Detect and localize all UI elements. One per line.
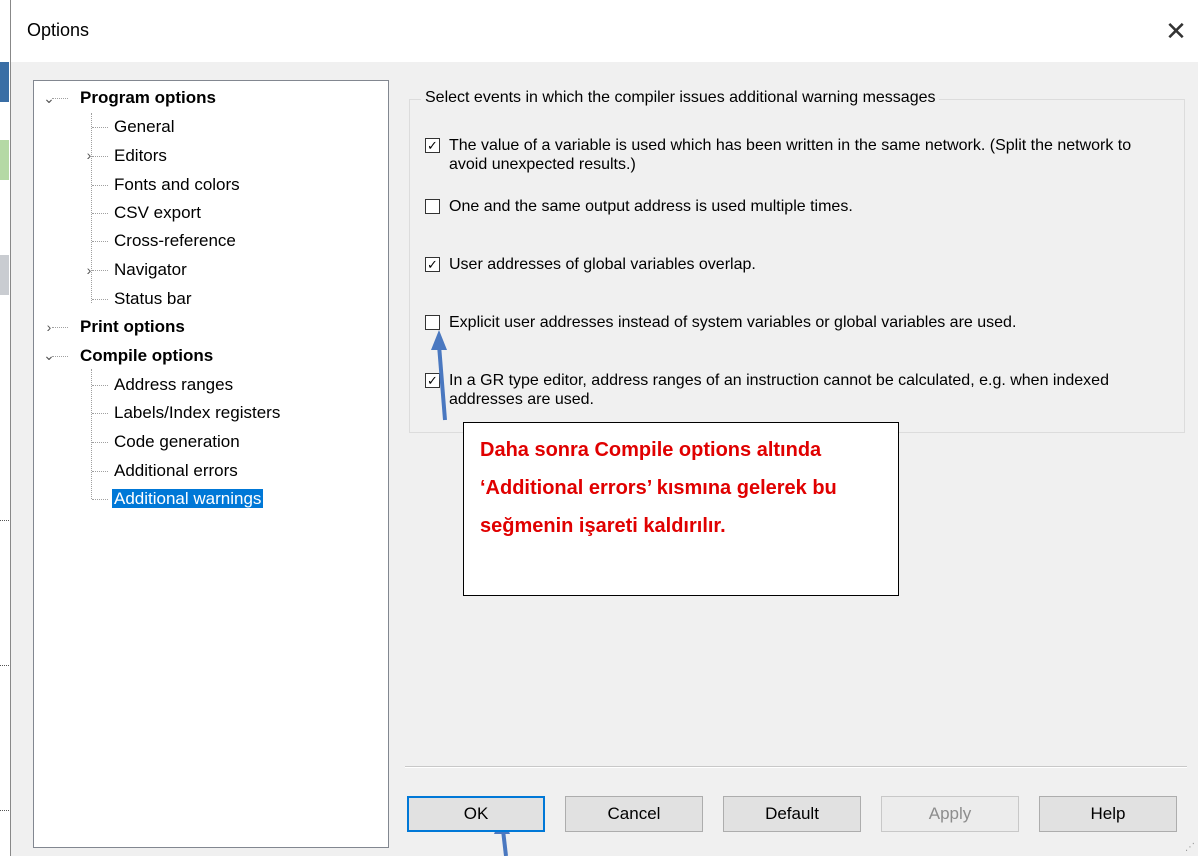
warning-option-label: In a GR type editor, address ranges of a…: [449, 372, 1109, 408]
annotation-callout: Daha sonra Compile options altında ‘Addi…: [463, 422, 899, 596]
tree-connector: [92, 471, 108, 472]
tree-connector: [92, 385, 108, 386]
tree-connector: [92, 185, 108, 186]
button-separator: [405, 766, 1187, 768]
chevron-right-icon[interactable]: ›: [82, 148, 96, 162]
background-divider: [0, 665, 9, 666]
tree-item-cross-reference[interactable]: Cross-reference: [114, 228, 236, 254]
warning-option-label: User addresses of global variables overl…: [449, 256, 756, 273]
tree-connector: [91, 369, 92, 499]
background-app-panel: [0, 140, 9, 180]
checkbox-output-address-multiple[interactable]: [425, 199, 440, 214]
chevron-right-icon[interactable]: ›: [82, 263, 96, 277]
tree-connector: [92, 499, 108, 500]
background-divider: [0, 520, 9, 521]
background-app-panel-2: [0, 255, 9, 295]
tree-item-print-options[interactable]: Print options: [80, 314, 185, 340]
warning-option-label: Explicit user addresses instead of syste…: [449, 314, 1017, 331]
tree-item-additional-errors[interactable]: Additional errors: [114, 458, 238, 484]
chevron-down-icon[interactable]: ⌄: [42, 348, 56, 362]
warning-option-label: The value of a variable is used which ha…: [449, 137, 1132, 173]
warnings-group-title: Select events in which the compiler issu…: [421, 89, 940, 107]
dialog-title: Options: [27, 20, 90, 40]
help-button[interactable]: Help: [1039, 796, 1177, 832]
tree-connector: [92, 241, 108, 242]
tree-item-label: Additional errors: [114, 461, 238, 480]
close-icon: ✕: [1165, 16, 1187, 46]
tree-connector: [92, 299, 108, 300]
annotation-text: Daha sonra Compile options altında ‘Addi…: [480, 439, 837, 537]
tree-item-label: Status bar: [114, 289, 192, 308]
tree-item-label: Labels/Index registers: [114, 403, 281, 422]
tree-item-label: Program options: [80, 88, 217, 107]
tree-item-csv-export[interactable]: CSV export: [114, 200, 201, 226]
tree-connector: [92, 213, 108, 214]
checkbox-global-overlap[interactable]: ✓: [425, 257, 440, 272]
background-divider: [0, 810, 9, 811]
tree-item-label: Print options: [80, 317, 185, 336]
tree-item-address-ranges[interactable]: Address ranges: [114, 372, 233, 398]
tree-item-navigator[interactable]: Navigator: [114, 257, 187, 283]
tree-item-fonts-colors[interactable]: Fonts and colors: [114, 172, 240, 198]
tree-item-label: Code generation: [114, 432, 240, 451]
tree-item-label: Additional warnings: [112, 489, 264, 508]
checkbox-same-network[interactable]: ✓: [425, 138, 440, 153]
tree-item-label: Navigator: [114, 260, 187, 279]
tree-item-general[interactable]: General: [114, 114, 174, 140]
tree-item-label: Address ranges: [114, 375, 234, 394]
background-app-toolbar: [0, 62, 9, 102]
apply-button: Apply: [881, 796, 1019, 832]
options-dialog: Options ✕ ⌄ Program options General › Ed…: [10, 0, 1198, 856]
checkbox-explicit-user-addresses[interactable]: [425, 315, 440, 330]
chevron-down-icon[interactable]: ⌄: [42, 91, 56, 105]
resize-grip-icon[interactable]: ⋰: [1185, 842, 1197, 854]
tree-item-label: General: [114, 117, 175, 136]
tree-item-additional-warnings[interactable]: Additional warnings: [112, 486, 264, 512]
tree-item-label: Fonts and colors: [114, 175, 240, 194]
checkbox-gr-editor-ranges[interactable]: ✓: [425, 373, 440, 388]
tree-item-compile-options[interactable]: Compile options: [80, 343, 213, 369]
tree-item-label: Cross-reference: [114, 231, 236, 250]
tree-item-program-options[interactable]: Program options: [80, 85, 216, 111]
tree-item-status-bar[interactable]: Status bar: [114, 286, 192, 312]
title-bar: Options ✕: [11, 0, 1198, 62]
tree-connector: [92, 442, 108, 443]
close-button[interactable]: ✕: [1159, 14, 1193, 48]
options-tree[interactable]: ⌄ Program options General › Editors Font…: [33, 80, 389, 848]
default-button[interactable]: Default: [723, 796, 861, 832]
tree-item-editors[interactable]: Editors: [114, 143, 167, 169]
tree-item-label: Compile options: [80, 346, 214, 365]
chevron-right-icon[interactable]: ›: [42, 320, 56, 334]
tree-item-labels-index-registers[interactable]: Labels/Index registers: [114, 400, 280, 426]
warning-option-label: One and the same output address is used …: [449, 198, 853, 215]
arrow-shaft: [501, 829, 508, 856]
tree-item-label: CSV export: [114, 203, 201, 222]
cancel-button[interactable]: Cancel: [565, 796, 703, 832]
tree-item-code-generation[interactable]: Code generation: [114, 429, 240, 455]
tree-connector: [92, 127, 108, 128]
tree-item-label: Editors: [114, 146, 167, 165]
tree-connector: [92, 413, 108, 414]
ok-button[interactable]: OK: [407, 796, 545, 832]
